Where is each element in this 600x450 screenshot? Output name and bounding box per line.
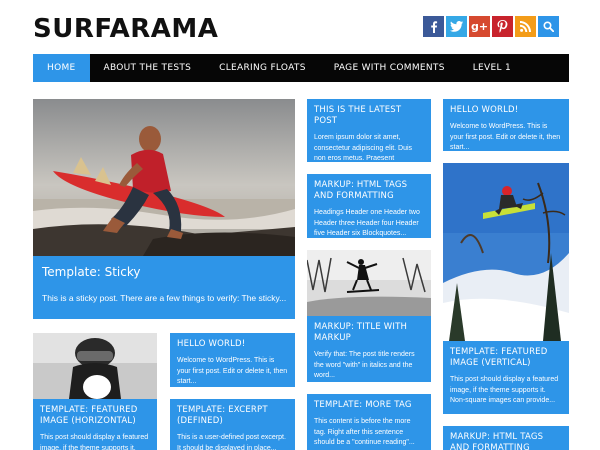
search-icon[interactable] bbox=[538, 16, 559, 37]
post-featured-vertical-body: TEMPLATE: FEATURED IMAGE (VERTICAL) This… bbox=[443, 341, 569, 414]
skier-goggles-image[interactable] bbox=[33, 333, 157, 399]
pinterest-icon[interactable] bbox=[492, 16, 513, 37]
post-more-tag[interactable]: TEMPLATE: MORE TAG This content is befor… bbox=[307, 394, 431, 450]
post-title[interactable]: MARKUP: HTML TAGS AND FORMATTING bbox=[450, 432, 562, 450]
post-title[interactable]: TEMPLATE: EXCERPT (DEFINED) bbox=[177, 405, 288, 427]
post-html-tags[interactable]: MARKUP: HTML TAGS AND FORMATTING Heading… bbox=[307, 174, 431, 238]
post-title[interactable]: Template: Sticky bbox=[42, 265, 288, 280]
post-title[interactable]: TEMPLATE: FEATURED IMAGE (VERTICAL) bbox=[450, 347, 562, 369]
post-title[interactable]: HELLO WORLD! bbox=[450, 105, 562, 116]
post-sticky[interactable]: Template: Sticky This is a sticky post. … bbox=[33, 99, 295, 319]
post-excerpt: This content is before the more tag. Rig… bbox=[314, 418, 415, 446]
post-title[interactable]: TEMPLATE: FEATURED IMAGE (HORIZONTAL) bbox=[40, 405, 150, 427]
nav-item-about-the-tests[interactable]: ABOUT THE TESTS bbox=[90, 54, 206, 82]
post-title[interactable]: MARKUP: HTML TAGS AND FORMATTING bbox=[314, 180, 424, 202]
post-title[interactable]: MARKUP: TITLE WITH MARKUP bbox=[314, 322, 424, 344]
post-excerpt: Headings Header one Header two Header th… bbox=[314, 209, 420, 237]
nav-item-clearing-floats[interactable]: CLEARING FLOATS bbox=[205, 54, 320, 82]
post-excerpt: This post should display a featured imag… bbox=[450, 376, 559, 404]
nav-item-home[interactable]: HOME bbox=[33, 54, 90, 82]
facebook-icon[interactable] bbox=[423, 16, 444, 37]
snowboarder-image[interactable] bbox=[443, 163, 569, 341]
post-title-with-markup-body: MARKUP: TITLE WITH MARKUP Verify that: T… bbox=[307, 316, 431, 382]
rss-icon[interactable] bbox=[515, 16, 536, 37]
post-featured-horizontal-body: TEMPLATE: FEATURED IMAGE (HORIZONTAL) Th… bbox=[33, 399, 157, 450]
skateboarder-image[interactable] bbox=[307, 250, 431, 316]
post-title[interactable]: HELLO WORLD! bbox=[177, 339, 288, 350]
post-excerpt: This is a user-defined post excerpt. It … bbox=[177, 434, 286, 450]
post-latest[interactable]: THIS IS THE LATEST POST Lorem ipsum dolo… bbox=[307, 99, 431, 162]
twitter-icon[interactable] bbox=[446, 16, 467, 37]
post-title[interactable]: THIS IS THE LATEST POST bbox=[314, 105, 424, 127]
social-links: g+ bbox=[423, 16, 559, 37]
post-excerpt: This post should display a featured imag… bbox=[40, 434, 149, 450]
post-excerpt: Lorem ipsum dolor sit amet, consectetur … bbox=[314, 134, 413, 162]
post-excerpt: Welcome to WordPress. This is your first… bbox=[450, 123, 561, 151]
post-excerpt: Welcome to WordPress. This is your first… bbox=[177, 357, 288, 385]
post-hello-world[interactable]: HELLO WORLD! Welcome to WordPress. This … bbox=[443, 99, 569, 151]
nav-item-page-with-comments[interactable]: PAGE WITH COMMENTS bbox=[320, 54, 459, 82]
post-excerpt: Verify that: The post title renders the … bbox=[314, 351, 415, 379]
site-logo[interactable]: SURFARAMA bbox=[33, 14, 218, 44]
post-title[interactable]: TEMPLATE: MORE TAG bbox=[314, 400, 424, 411]
post-excerpt: This is a sticky post. There are a few t… bbox=[42, 293, 287, 303]
google-plus-icon[interactable]: g+ bbox=[469, 16, 490, 37]
surfer-image[interactable] bbox=[33, 99, 295, 256]
nav-item-level-1[interactable]: LEVEL 1 bbox=[459, 54, 525, 82]
post-featured-horizontal[interactable]: TEMPLATE: FEATURED IMAGE (HORIZONTAL) Th… bbox=[33, 333, 157, 450]
post-featured-vertical[interactable]: TEMPLATE: FEATURED IMAGE (VERTICAL) This… bbox=[443, 163, 569, 414]
post-sticky-body: Template: Sticky This is a sticky post. … bbox=[33, 256, 295, 319]
post-title-with-markup[interactable]: MARKUP: TITLE WITH MARKUP Verify that: T… bbox=[307, 250, 431, 382]
main-nav: HOME ABOUT THE TESTS CLEARING FLOATS PAG… bbox=[33, 54, 569, 82]
post-hello-world-2[interactable]: HELLO WORLD! Welcome to WordPress. This … bbox=[170, 333, 295, 387]
post-html-tags-2[interactable]: MARKUP: HTML TAGS AND FORMATTING bbox=[443, 426, 569, 450]
post-excerpt-defined[interactable]: TEMPLATE: EXCERPT (DEFINED) This is a us… bbox=[170, 399, 295, 450]
